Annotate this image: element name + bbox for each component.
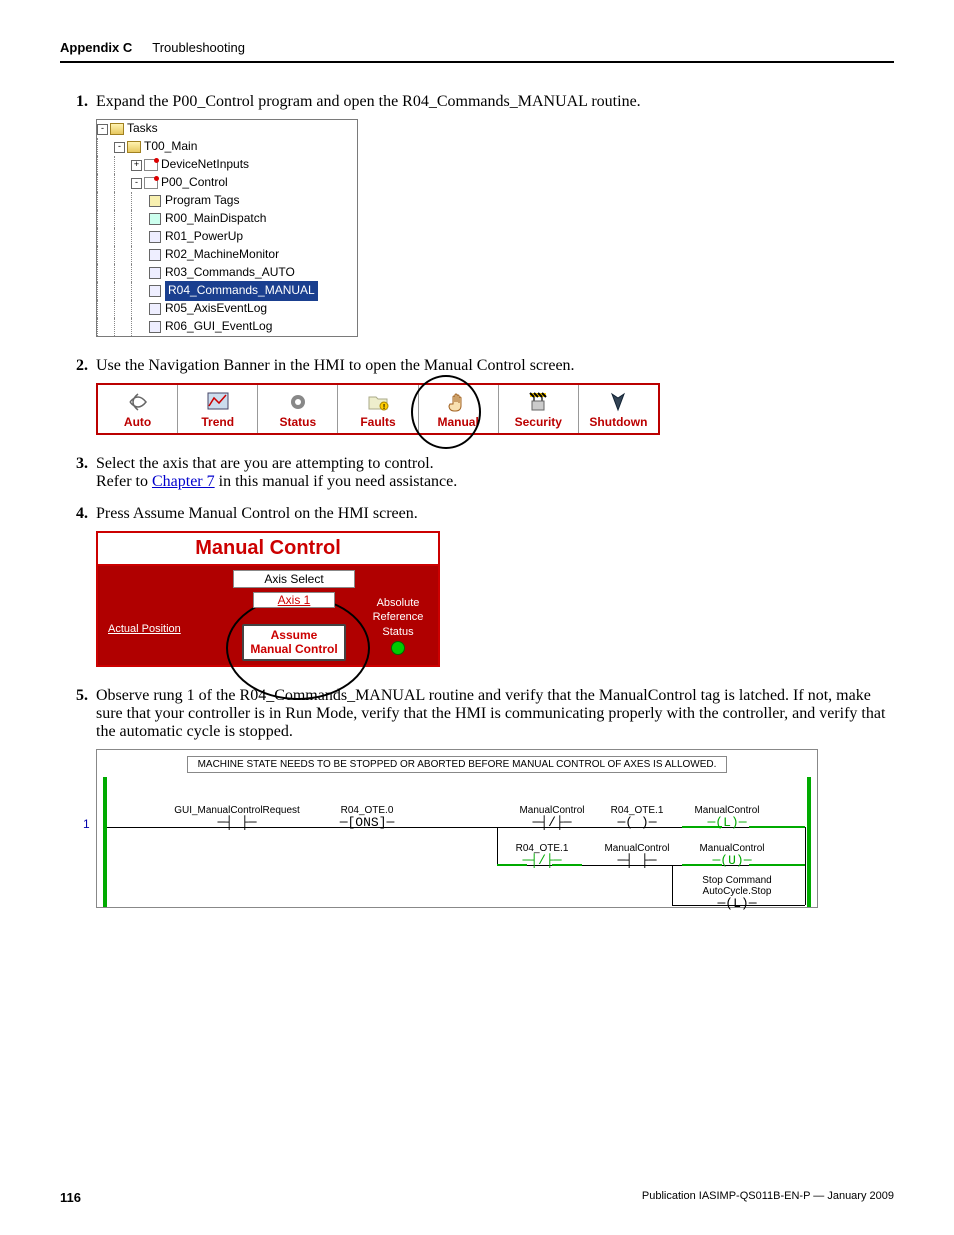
step-text: Use the Navigation Banner in the HMI to … <box>96 357 894 375</box>
page-number: 116 <box>60 1190 81 1205</box>
tree-item[interactable]: R06_GUI_EventLog <box>97 318 357 336</box>
step-number: 3. <box>60 455 96 491</box>
gear-icon <box>282 389 314 415</box>
step-text: Expand the P00_Control program and open … <box>96 93 894 111</box>
page-footer: 116 Publication IASIMP-QS011B-EN-P — Jan… <box>60 1190 894 1205</box>
reference-status: AbsoluteReferenceStatus <box>358 566 438 665</box>
right-rail <box>807 777 811 907</box>
step-5: 5. Observe rung 1 of the R04_Commands_MA… <box>60 687 894 741</box>
tree-item[interactable]: -P00_Control <box>97 174 357 192</box>
appendix-label: Appendix C <box>60 40 132 55</box>
ons-instruction: R04_OTE.0─[ONS]─ <box>327 805 407 830</box>
panel-title: Manual Control <box>98 533 438 566</box>
step-3: 3. Select the axis that are you are atte… <box>60 455 894 491</box>
tree-item[interactable]: R00_MainDispatch <box>97 210 357 228</box>
assume-manual-button[interactable]: AssumeManual Control <box>242 624 345 661</box>
axis-select-label: Axis Select <box>233 570 355 588</box>
coil-ote: R04_OTE.1─( )─ <box>597 805 677 830</box>
step-number: 4. <box>60 505 96 523</box>
publication-info: Publication IASIMP-QS011B-EN-P — January… <box>642 1190 894 1205</box>
ladder-comment: MACHINE STATE NEEDS TO BE STOPPED OR ABO… <box>187 756 727 773</box>
figure-navbar: Auto Trend Status !Faults Manual Securit… <box>96 383 894 435</box>
contact-xic: GUI_ManualControlRequest─┤ ├─ <box>167 805 307 830</box>
left-rail <box>103 777 107 907</box>
auto-icon <box>122 389 154 415</box>
chapter-link[interactable]: Chapter 7 <box>152 473 215 490</box>
ladder-diagram: MACHINE STATE NEEDS TO BE STOPPED OR ABO… <box>96 749 818 908</box>
hmi-nav-banner: Auto Trend Status !Faults Manual Securit… <box>96 383 660 435</box>
figure-manual-control: Manual Control Actual Position Axis Sele… <box>96 531 894 667</box>
collapse-icon[interactable]: - <box>131 178 142 189</box>
program-tree: -Tasks -T00_Main +DeviceNetInputs -P00_C… <box>96 119 358 337</box>
step-number: 2. <box>60 357 96 375</box>
tree-item[interactable]: +DeviceNetInputs <box>97 156 357 174</box>
status-indicator-icon <box>391 641 405 655</box>
shutdown-icon <box>602 389 634 415</box>
nav-status[interactable]: Status <box>257 385 337 433</box>
step-4: 4. Press Assume Manual Control on the HM… <box>60 505 894 523</box>
collapse-icon[interactable]: - <box>97 124 108 135</box>
actual-position-label: Actual Position <box>108 623 181 635</box>
figure-tree: -Tasks -T00_Main +DeviceNetInputs -P00_C… <box>96 119 894 337</box>
coil-latch: Stop CommandAutoCycle.Stop─(L)─ <box>682 875 792 911</box>
nav-shutdown[interactable]: Shutdown <box>578 385 658 433</box>
axis-dropdown[interactable]: Axis 1 <box>253 592 335 608</box>
figure-ladder: MACHINE STATE NEEDS TO BE STOPPED OR ABO… <box>96 749 894 908</box>
hand-icon <box>442 389 474 415</box>
tree-root[interactable]: -Tasks <box>97 120 357 138</box>
nav-security[interactable]: Security <box>498 385 578 433</box>
nav-manual[interactable]: Manual <box>418 385 498 433</box>
svg-text:!: ! <box>383 404 385 411</box>
step-text: Press Assume Manual Control on the HMI s… <box>96 505 894 523</box>
step-text: Select the axis that are you are attempt… <box>96 455 894 491</box>
step-number: 5. <box>60 687 96 741</box>
folder-alert-icon: ! <box>362 389 394 415</box>
step-text: Observe rung 1 of the R04_Commands_MANUA… <box>96 687 894 741</box>
step-1: 1. Expand the P00_Control program and op… <box>60 93 894 111</box>
manual-control-panel: Manual Control Actual Position Axis Sele… <box>96 531 440 667</box>
expand-icon[interactable]: + <box>131 160 142 171</box>
collapse-icon[interactable]: - <box>114 142 125 153</box>
lock-icon <box>522 389 554 415</box>
page-header: Appendix C Troubleshooting <box>60 40 894 63</box>
tree-main[interactable]: -T00_Main <box>97 138 357 156</box>
tree-item-selected[interactable]: R04_Commands_MANUAL <box>97 282 357 300</box>
rung-number: 1 <box>83 817 90 831</box>
step-2: 2. Use the Navigation Banner in the HMI … <box>60 357 894 375</box>
tree-item[interactable]: Program Tags <box>97 192 357 210</box>
tree-item[interactable]: R02_MachineMonitor <box>97 246 357 264</box>
nav-faults[interactable]: !Faults <box>337 385 417 433</box>
step-number: 1. <box>60 93 96 111</box>
trend-icon <box>202 389 234 415</box>
tree-item[interactable]: R01_PowerUp <box>97 228 357 246</box>
contact-xio: ManualControl─┤/├─ <box>507 805 597 830</box>
contact-xic: ManualControl─┤ ├─ <box>592 843 682 868</box>
tree-item[interactable]: R05_AxisEventLog <box>97 300 357 318</box>
nav-trend[interactable]: Trend <box>177 385 257 433</box>
header-title: Troubleshooting <box>152 40 245 55</box>
tree-item[interactable]: R03_Commands_AUTO <box>97 264 357 282</box>
nav-auto[interactable]: Auto <box>98 385 177 433</box>
